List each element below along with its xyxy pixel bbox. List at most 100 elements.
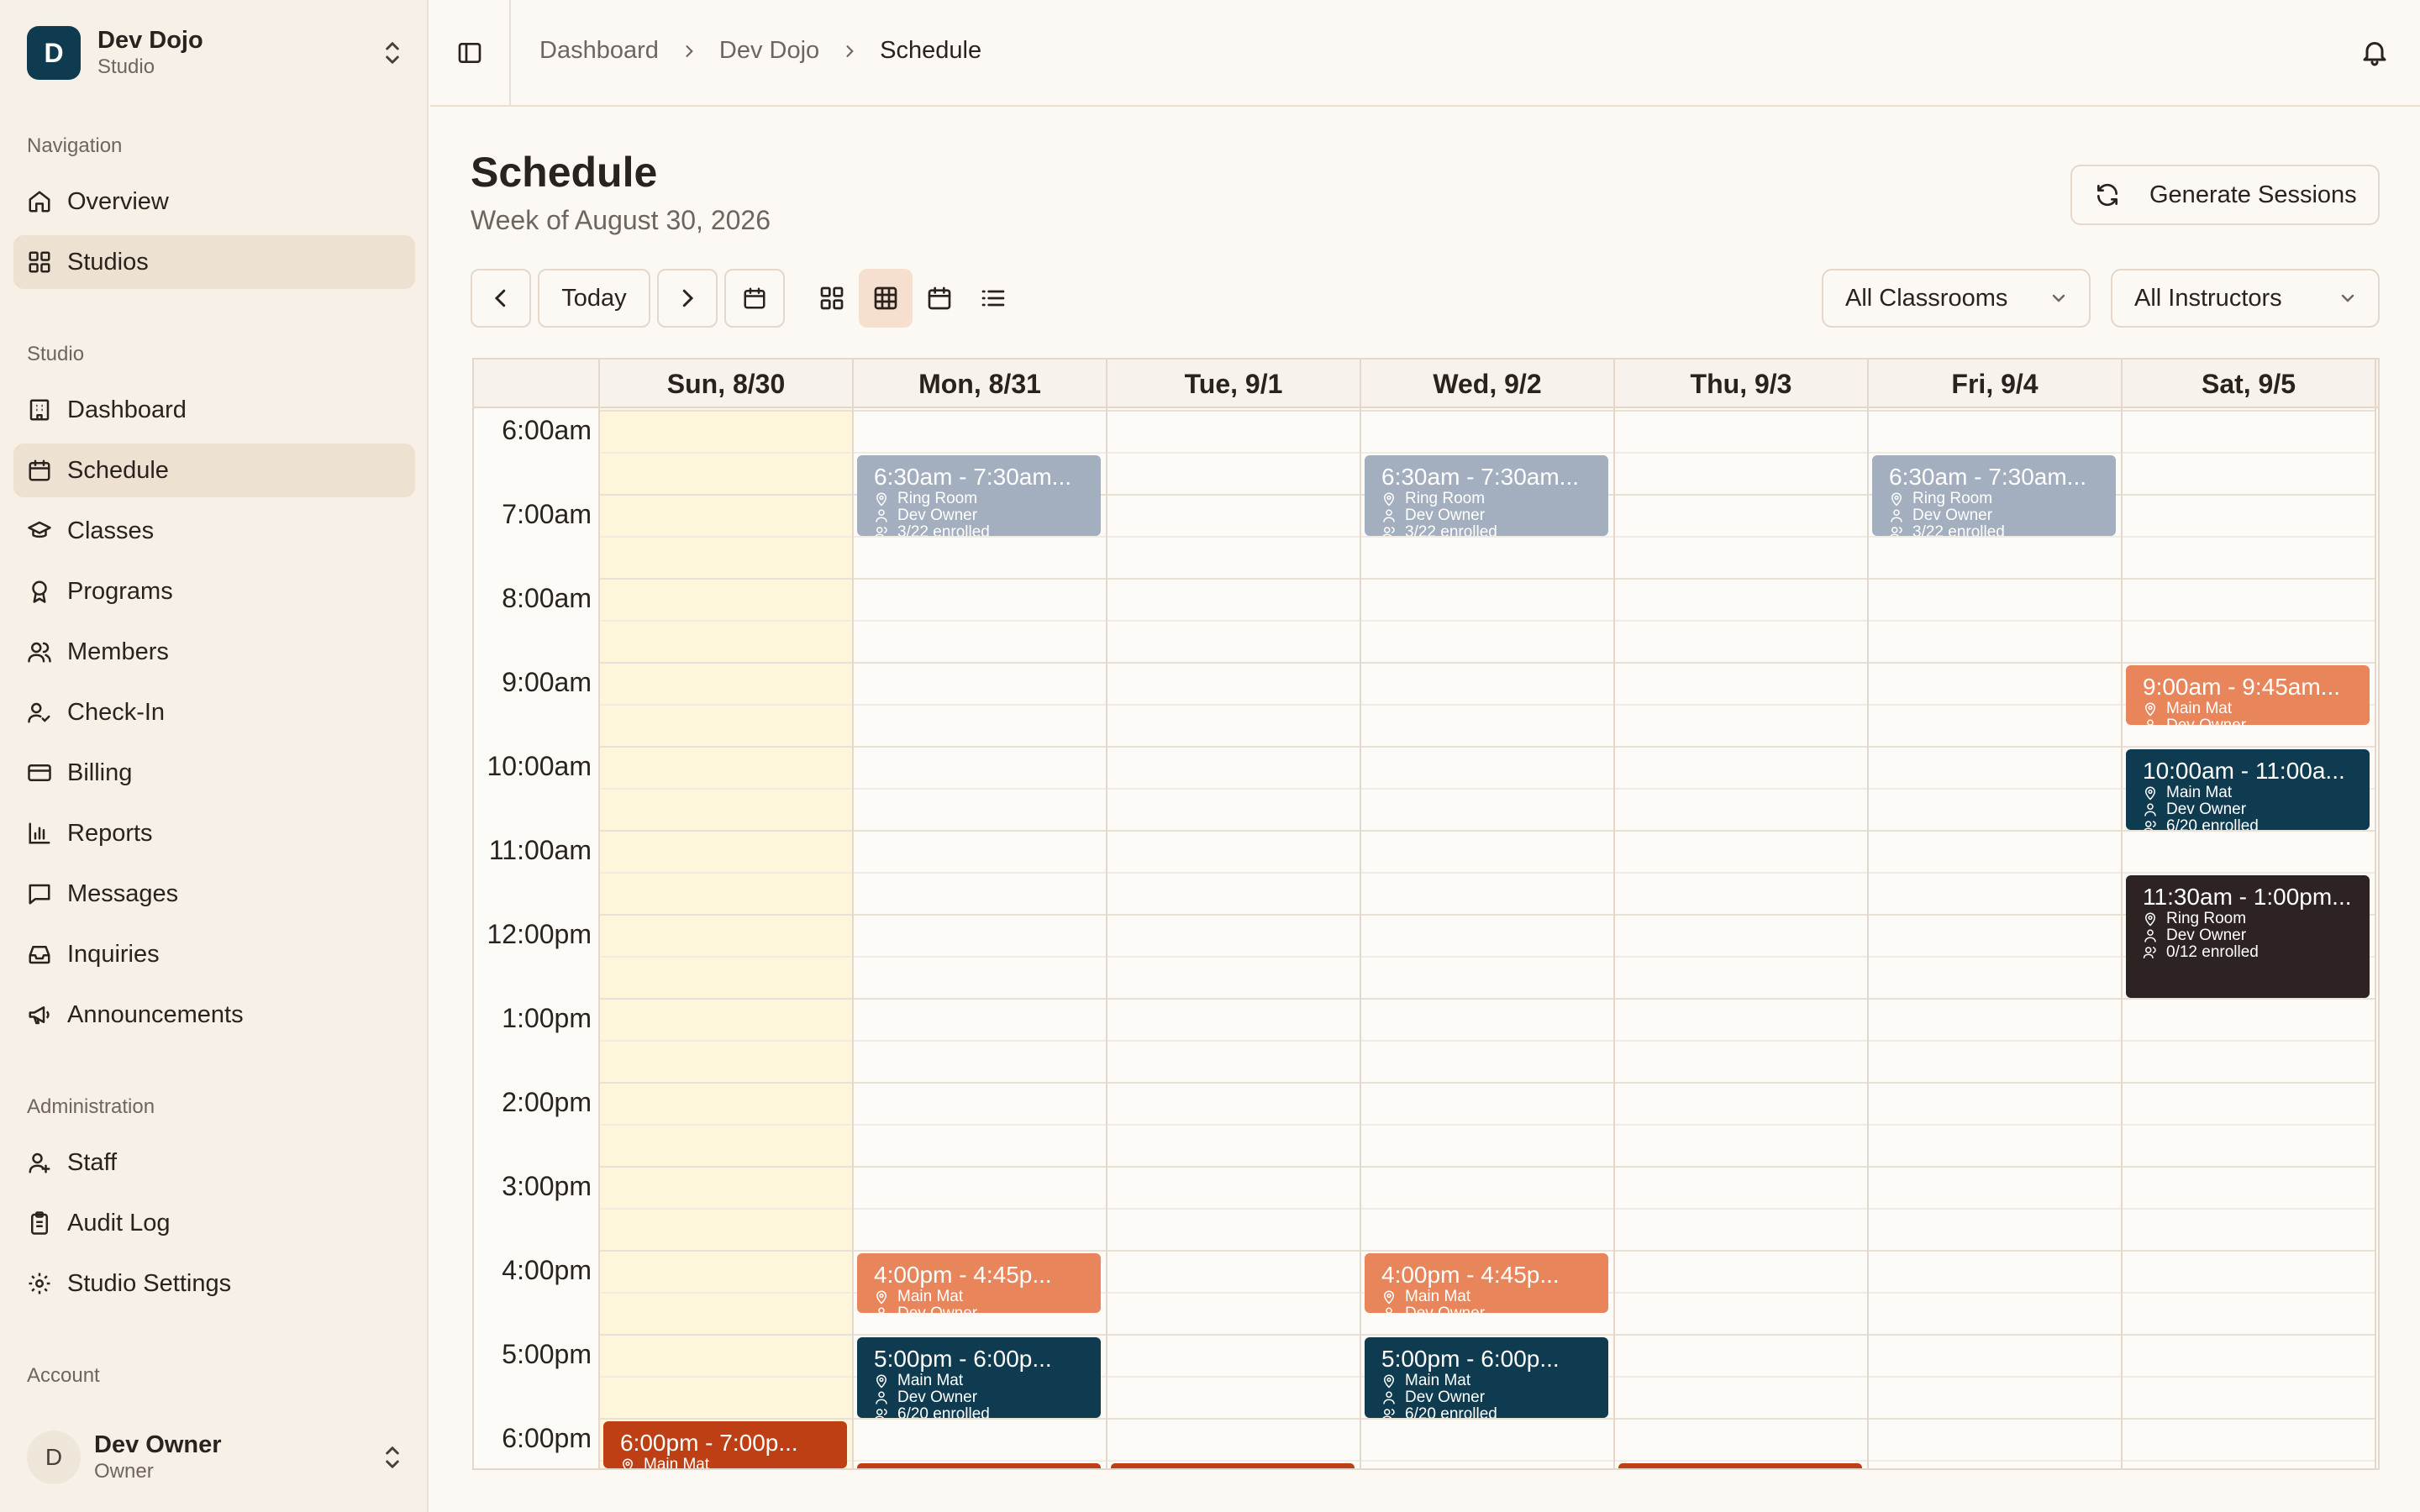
session-event[interactable] <box>1618 1463 1862 1468</box>
sidebar-item-reports[interactable]: Reports <box>13 806 415 860</box>
org-text: Dev Dojo Studio <box>97 26 380 80</box>
half-hour-gridline <box>598 620 2375 622</box>
session-event[interactable] <box>857 1463 1101 1468</box>
day-header[interactable]: Wed, 9/2 <box>1360 360 1613 408</box>
session-instructor: Dev Owner <box>1889 507 2116 524</box>
nav-section-navigation: Navigation <box>27 134 123 157</box>
user-icon <box>2144 803 2156 816</box>
session-time: 5:00pm - 6:00p... <box>1381 1346 1560 1372</box>
sidebar-item-dashboard[interactable]: Dashboard <box>13 383 415 437</box>
session-event[interactable]: 6:30am - 7:30am... Ring Room Dev Owner 3/22… <box>1365 455 1608 536</box>
map-pin-icon <box>876 1290 887 1305</box>
hour-gridline <box>598 1250 2375 1252</box>
session-enrolled: 3/22 enrolled <box>874 524 1101 536</box>
calendar-header: Sun, 8/30 Mon, 8/31 Tue, 9/1 Wed, 9/2 Thu, 9… <box>474 360 2378 408</box>
sidebar-item-schedule[interactable]: Schedule <box>13 444 415 497</box>
sidebar-toggle-button[interactable] <box>430 0 511 105</box>
instructor-filter-select[interactable]: All Instructors <box>2111 269 2380 328</box>
instructor-filter-value: All Instructors <box>2134 284 2282 312</box>
date-picker-button[interactable] <box>724 269 785 328</box>
session-enrolled: 3/22 enrolled <box>1889 524 2116 536</box>
sidebar-item-label: Check-In <box>67 698 166 726</box>
sidebar-item-inquiries[interactable]: Inquiries <box>13 927 415 981</box>
day-header[interactable]: Sun, 8/30 <box>598 360 852 408</box>
sidebar-item-label: Overview <box>67 187 169 215</box>
time-label: 3:00pm <box>502 1171 592 1201</box>
sidebar-item-members[interactable]: Members <box>13 625 415 679</box>
classroom-filter-select[interactable]: All Classrooms <box>1822 269 2091 328</box>
session-enrolled: 6/20 enrolled <box>2143 818 2370 830</box>
user-icon <box>878 1307 885 1313</box>
hour-gridline <box>598 998 2375 1000</box>
session-event[interactable] <box>1111 1463 1355 1468</box>
next-week-button[interactable] <box>657 269 718 328</box>
time-label: 6:00am <box>502 415 592 445</box>
day-header[interactable]: Thu, 9/3 <box>1613 360 1867 408</box>
map-pin-icon <box>876 1374 887 1389</box>
sidebar-item-announcements[interactable]: Announcements <box>13 988 415 1042</box>
session-room: Main Mat <box>874 1373 1101 1389</box>
sidebar-item-messages[interactable]: Messages <box>13 867 415 921</box>
time-label: 5:00pm <box>502 1339 592 1369</box>
org-switcher[interactable]: D Dev Dojo Studio <box>27 25 405 81</box>
session-event[interactable]: 11:30am - 1:00pm... Ring Room Dev Owner 0/1… <box>2126 875 2370 998</box>
breadcrumb-link-dev-dojo[interactable]: Dev Dojo <box>719 37 819 65</box>
sidebar-item-label: Staff <box>67 1148 118 1176</box>
sidebar-item-studio-settings[interactable]: Studio Settings <box>13 1257 415 1310</box>
session-event[interactable]: 6:30am - 7:30am... Ring Room Dev Owner 3/22… <box>1872 455 2116 536</box>
generate-sessions-label: Generate Sessions <box>2149 181 2357 208</box>
session-instructor: Dev Owner <box>874 507 1101 524</box>
generate-sessions-button[interactable]: Generate Sessions <box>2070 165 2380 225</box>
session-time: 9:00am - 9:45am... <box>2143 674 2341 700</box>
avatar: D <box>27 1431 81 1484</box>
time-label: 2:00pm <box>502 1087 592 1117</box>
prev-week-button[interactable] <box>471 269 531 328</box>
session-event[interactable]: 10:00am - 11:00a... Main Mat Dev Owner 6/20… <box>2126 749 2370 830</box>
users-icon <box>1382 1409 1395 1418</box>
sidebar-item-programs[interactable]: Programs <box>13 564 415 618</box>
view-day-button[interactable] <box>913 269 966 328</box>
sidebar-item-staff[interactable]: Staff <box>13 1136 415 1189</box>
time-label: 4:00pm <box>502 1255 592 1285</box>
session-room: Ring Room <box>1381 491 1608 507</box>
session-event[interactable]: 9:00am - 9:45am...Main MatDev Owner2/04 … <box>2126 665 2370 725</box>
sidebar-item-studios[interactable]: Studios <box>13 235 415 289</box>
clipboard-icon <box>31 1211 48 1235</box>
chevron-right-icon <box>682 289 694 307</box>
day-column-divider <box>1613 360 1615 1468</box>
time-label: 7:00am <box>502 499 592 529</box>
view-month-grid-button[interactable] <box>805 269 859 328</box>
breadcrumb-link-dashboard[interactable]: Dashboard <box>539 37 659 65</box>
bell-icon[interactable] <box>2360 37 2390 67</box>
user-icon <box>1383 509 1395 522</box>
sidebar-item-billing[interactable]: Billing <box>13 746 415 800</box>
session-event[interactable]: 5:00pm - 6:00p... Main Mat Dev Owner 6/20 e… <box>1365 1337 1608 1418</box>
account-switcher[interactable]: D Dev Owner Owner <box>27 1420 405 1495</box>
session-instructor: Dev Owner <box>2143 717 2370 725</box>
sidebar-item-check-in[interactable]: Check-In <box>13 685 415 739</box>
view-list-button[interactable] <box>966 269 1020 328</box>
sidebar-item-classes[interactable]: Classes <box>13 504 415 558</box>
hour-gridline <box>598 1166 2375 1168</box>
view-week-button[interactable] <box>859 269 913 328</box>
day-header[interactable]: Tue, 9/1 <box>1106 360 1360 408</box>
day-header[interactable]: Mon, 8/31 <box>852 360 1106 408</box>
session-event[interactable]: 6:00pm - 7:00p...Main MatDev Owner <box>603 1421 847 1468</box>
sidebar-item-label: Reports <box>67 819 153 847</box>
time-label: 12:00pm <box>487 919 592 949</box>
breadcrumb-current: Schedule <box>880 37 982 64</box>
session-event[interactable]: 5:00pm - 6:00p... Main Mat Dev Owner 6/20 e… <box>857 1337 1101 1418</box>
day-column-divider <box>598 360 600 1468</box>
sidebar-item-audit-log[interactable]: Audit Log <box>13 1196 415 1250</box>
day-header[interactable]: Sat, 9/5 <box>2121 360 2375 408</box>
page-title: Schedule <box>471 149 658 196</box>
today-button[interactable]: Today <box>538 269 650 328</box>
session-event[interactable]: 4:00pm - 4:45p...Main MatDev Owner2/04 e… <box>857 1253 1101 1313</box>
session-event[interactable]: 4:00pm - 4:45p...Main MatDev Owner2/04 e… <box>1365 1253 1608 1313</box>
half-hour-gridline <box>598 1460 2375 1462</box>
day-column-divider <box>1106 360 1107 1468</box>
day-header[interactable]: Fri, 9/4 <box>1867 360 2121 408</box>
map-pin-icon <box>1383 492 1395 507</box>
session-event[interactable]: 6:30am - 7:30am... Ring Room Dev Owner 3/22… <box>857 455 1101 536</box>
sidebar-item-overview[interactable]: Overview <box>13 175 415 228</box>
